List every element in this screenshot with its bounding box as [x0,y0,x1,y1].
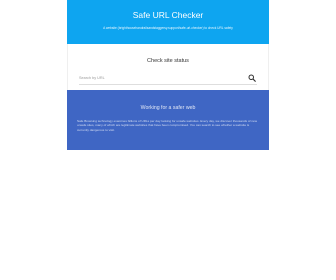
search-input[interactable] [79,73,247,83]
page-title: Safe URL Checker [132,10,204,20]
info-panel: Working for a safer web Safe Browsing te… [67,90,269,150]
url-checker-card: Safe URL Checker A website (brighthouseh… [67,0,269,150]
search-button[interactable] [247,73,257,83]
info-heading: Working for a safer web [140,105,196,111]
info-description: Safe Browsing technology examines billio… [77,119,257,132]
check-site-panel: Check site status [67,44,269,90]
check-site-title: Check site status [147,58,189,64]
search-bar [79,72,257,85]
header-banner: Safe URL Checker A website (brighthouseh… [67,0,269,44]
header-subtitle: A website (brighthousehandrailsandstagge… [103,26,233,30]
search-icon [248,74,256,82]
